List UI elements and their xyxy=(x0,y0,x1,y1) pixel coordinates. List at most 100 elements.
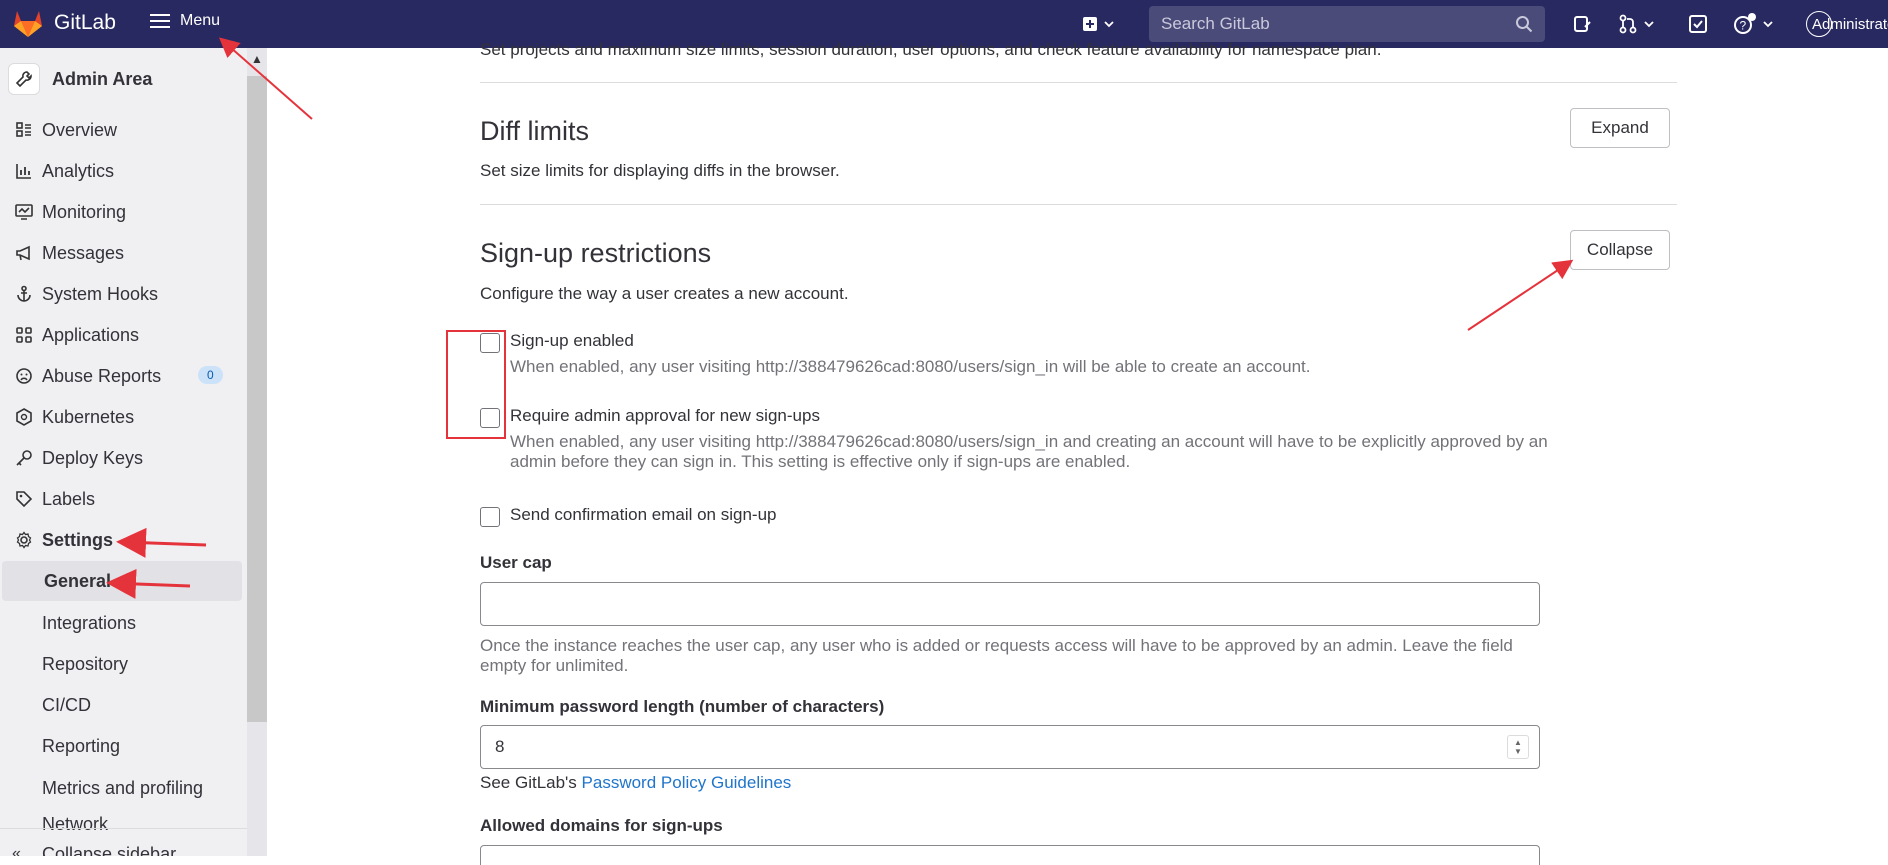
annotation-highlight-box xyxy=(446,330,506,439)
megaphone-icon xyxy=(12,241,36,265)
sidebar-item-label: Deploy Keys xyxy=(42,447,144,468)
search-icon xyxy=(1516,16,1533,33)
gitlab-tanuki-icon xyxy=(14,11,42,37)
sidebar-item-applications[interactable]: Applications xyxy=(0,315,247,355)
hamburger-icon xyxy=(150,14,170,28)
sidebar-subitem-label: CI/CD xyxy=(42,694,91,715)
user-cap-input[interactable] xyxy=(480,582,1540,626)
abuse-count-badge: 0 xyxy=(198,366,223,384)
sidebar-item-label: System Hooks xyxy=(42,283,159,304)
monitor-icon xyxy=(12,200,36,224)
new-item-dropdown[interactable] xyxy=(1082,12,1116,36)
sidebar-item-label: Settings xyxy=(42,529,114,550)
settings-icon xyxy=(12,528,36,552)
sidebar-item-messages[interactable]: Messages xyxy=(0,233,247,273)
user-name: Administrator xyxy=(1812,15,1888,33)
sidebar-item-analytics[interactable]: Analytics xyxy=(0,151,247,191)
signup-restrictions-desc: Configure the way a user creates a new a… xyxy=(480,284,849,303)
collapse-button[interactable]: Collapse xyxy=(1570,230,1670,270)
min-password-input[interactable]: 8 ▲ ▼ xyxy=(480,725,1540,769)
sidebar-item-label: Abuse Reports xyxy=(42,365,162,386)
sidebar-scrollbar[interactable]: ▲ xyxy=(247,48,267,856)
menu-button[interactable]: Menu xyxy=(150,12,220,30)
issues-button[interactable] xyxy=(1572,12,1592,36)
confirm-email-checkbox[interactable] xyxy=(480,507,500,527)
main-content: Set projects and maximum size limits, se… xyxy=(267,40,1888,865)
sidebar-item-deploy-keys[interactable]: Deploy Keys xyxy=(0,438,247,478)
admin-approval-row: Require admin approval for new sign-ups xyxy=(480,406,820,428)
apps-icon xyxy=(12,323,36,347)
sidebar-subitem-reporting[interactable]: Reporting xyxy=(0,726,247,766)
sidebar: Admin Area Overview Analytics Monitoring… xyxy=(0,48,267,856)
merge-requests-dropdown[interactable] xyxy=(1618,12,1656,36)
gitlab-logo-text: GitLab xyxy=(54,11,116,34)
previous-section-desc: Set projects and maximum size limits, se… xyxy=(480,40,1382,59)
sidebar-item-label: Analytics xyxy=(42,160,115,181)
help-icon: ? xyxy=(1734,13,1756,34)
confirm-email-row: Send confirmation email on sign-up xyxy=(480,505,776,527)
issues-icon xyxy=(1574,16,1591,32)
sidebar-header-title: Admin Area xyxy=(52,68,153,89)
search-input[interactable] xyxy=(1161,14,1491,34)
user-menu[interactable]: Administrator xyxy=(1806,11,1888,37)
signup-enabled-label[interactable]: Sign-up enabled xyxy=(510,331,634,351)
allowed-domains-input[interactable] xyxy=(480,845,1540,865)
min-password-label: Minimum password length (number of chara… xyxy=(480,697,885,716)
chevron-down-icon xyxy=(1104,21,1114,28)
sidebar-header[interactable]: Admin Area xyxy=(0,48,247,110)
plus-square-icon xyxy=(1083,17,1097,31)
menu-label: Menu xyxy=(180,12,221,29)
section-divider xyxy=(480,82,1677,83)
user-cap-label: User cap xyxy=(480,553,552,572)
confirm-email-label[interactable]: Send confirmation email on sign-up xyxy=(510,505,776,525)
sidebar-item-monitoring[interactable]: Monitoring xyxy=(0,192,247,232)
sidebar-item-overview[interactable]: Overview xyxy=(0,110,247,150)
number-spinner-icon[interactable]: ▲ ▼ xyxy=(1507,735,1529,759)
sidebar-item-label: Applications xyxy=(42,324,140,345)
sidebar-item-label: Labels xyxy=(42,488,96,509)
sidebar-item-kubernetes[interactable]: Kubernetes xyxy=(0,397,247,437)
sidebar-subitem-label: Reporting xyxy=(42,735,121,756)
diff-limits-desc: Set size limits for displaying diffs in … xyxy=(480,161,840,180)
collapse-sidebar-label: Collapse sidebar xyxy=(42,843,177,857)
sidebar-item-label: Messages xyxy=(42,242,125,263)
password-policy-line: See GitLab's Password Policy Guidelines xyxy=(480,773,791,793)
gitlab-logo[interactable]: GitLab xyxy=(12,8,116,38)
sidebar-item-system-hooks[interactable]: System Hooks xyxy=(0,274,247,314)
sidebar-item-abuse-reports[interactable]: Abuse Reports 0 xyxy=(0,356,247,396)
sidebar-item-label: Monitoring xyxy=(42,201,127,222)
help-dropdown[interactable]: ? xyxy=(1733,12,1775,36)
search-box[interactable] xyxy=(1149,6,1545,42)
password-policy-link[interactable]: Password Policy Guidelines xyxy=(582,773,792,792)
admin-approval-help: When enabled, any user visiting http://3… xyxy=(510,432,1548,471)
admin-wrench-icon xyxy=(8,63,40,95)
key-icon xyxy=(12,446,36,470)
sidebar-item-labels[interactable]: Labels xyxy=(0,479,247,519)
sidebar-subitem-network[interactable]: Network xyxy=(0,806,247,830)
svg-text:?: ? xyxy=(1740,19,1747,33)
sidebar-subitem-label: Metrics and profiling xyxy=(42,777,204,798)
sidebar-subitem-label: General xyxy=(44,570,112,591)
admin-approval-label[interactable]: Require admin approval for new sign-ups xyxy=(510,406,820,426)
todos-button[interactable] xyxy=(1688,12,1708,36)
section-divider xyxy=(480,204,1677,205)
signup-restrictions-title: Sign-up restrictions xyxy=(480,238,712,268)
user-cap-help: Once the instance reaches the user cap, … xyxy=(480,636,1513,675)
chevron-down-icon xyxy=(1644,21,1654,28)
collapse-sidebar-button[interactable]: « Collapse sidebar xyxy=(0,828,247,856)
allowed-domains-label: Allowed domains for sign-ups xyxy=(480,816,723,835)
sidebar-subitem-general[interactable]: General xyxy=(2,561,242,601)
scrollbar-thumb[interactable] xyxy=(247,76,267,722)
scroll-up-arrow-icon[interactable]: ▲ xyxy=(251,52,263,66)
sidebar-item-settings[interactable]: Settings xyxy=(0,520,247,560)
kubernetes-icon xyxy=(12,405,36,429)
sidebar-subitem-repository[interactable]: Repository xyxy=(0,644,247,684)
sidebar-subitem-metrics[interactable]: Metrics and profiling xyxy=(0,768,247,808)
expand-button[interactable]: Expand xyxy=(1570,108,1670,148)
merge-request-icon xyxy=(1619,14,1637,34)
collapse-chevrons-icon: « xyxy=(12,845,21,856)
anchor-icon xyxy=(12,282,36,306)
sidebar-subitem-cicd[interactable]: CI/CD xyxy=(0,685,247,725)
sidebar-subitem-integrations[interactable]: Integrations xyxy=(0,603,247,643)
diff-limits-title: Diff limits xyxy=(480,116,590,146)
